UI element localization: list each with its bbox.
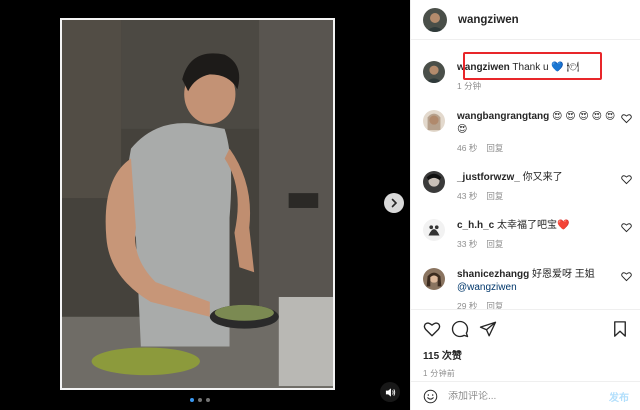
- comment-input[interactable]: [448, 390, 609, 402]
- author-avatar[interactable]: [423, 7, 447, 32]
- comment-content: 好恩爱呀 王姐: [532, 269, 595, 280]
- comments-list: wangziwen Thank u 💙 🍽 1 分钟 wangbangrangt…: [411, 41, 640, 309]
- commenter-avatar[interactable]: [423, 268, 445, 290]
- carousel-dot: [206, 398, 210, 402]
- comment-meta: 46 秒 回复: [457, 142, 638, 154]
- author-username[interactable]: wangziwen: [458, 14, 519, 26]
- commenter-avatar[interactable]: [423, 110, 445, 132]
- caption-meta: 1 分钟: [457, 80, 638, 92]
- carousel-dot: [198, 398, 202, 402]
- add-comment-bar: 发布: [411, 381, 640, 410]
- commenter-username[interactable]: _justforwzw_: [457, 172, 520, 183]
- comment-time: 33 秒: [457, 239, 478, 249]
- comment-time: 43 秒: [457, 191, 478, 201]
- comment-text: c_h.h_c 太幸福了吧宝❤️: [457, 219, 617, 232]
- comment-content: 你又来了: [522, 172, 563, 183]
- like-comment-heart-icon[interactable]: [621, 113, 632, 124]
- comment-icon[interactable]: [451, 320, 469, 338]
- mention-link[interactable]: @wangziwen: [457, 282, 517, 293]
- commenter-username[interactable]: wangbangrangtang: [457, 111, 549, 122]
- cooking-photo: [62, 20, 333, 388]
- comment-meta: 29 秒 回复: [457, 300, 638, 309]
- speaker-icon: [385, 387, 395, 397]
- commenter-avatar[interactable]: [423, 219, 445, 241]
- reply-button[interactable]: 回复: [486, 238, 503, 250]
- share-icon[interactable]: [479, 320, 497, 338]
- post-sidebar: wangziwen wangziwen Thank u 💙 🍽 1 分钟 wan…: [410, 0, 640, 410]
- reply-button[interactable]: 回复: [486, 142, 503, 154]
- post-photo[interactable]: [60, 18, 335, 390]
- like-comment-heart-icon[interactable]: [621, 271, 632, 282]
- reply-button[interactable]: 回复: [486, 190, 503, 202]
- bookmark-icon[interactable]: [611, 320, 629, 338]
- author-avatar[interactable]: [423, 61, 445, 83]
- like-count[interactable]: 115 次赞: [423, 347, 629, 362]
- post-timestamp: 1 分钟前: [423, 369, 456, 378]
- post-caption: wangziwen Thank u 💙 🍽 1 分钟: [423, 52, 638, 92]
- highlight-box: [463, 52, 602, 80]
- carousel-indicator: [190, 398, 210, 402]
- comment-time: 46 秒: [457, 143, 478, 153]
- reply-button[interactable]: 回复: [486, 300, 503, 309]
- media-pane: [0, 0, 410, 410]
- heart-icon[interactable]: [423, 320, 441, 338]
- post-header: wangziwen: [411, 0, 640, 40]
- commenter-avatar[interactable]: [423, 171, 445, 193]
- emoji-icon[interactable]: [423, 389, 438, 404]
- comment-text: shanicezhangg 好恩爱呀 王姐 @wangziwen: [457, 268, 617, 294]
- comment-text: _justforwzw_ 你又来了: [457, 171, 617, 184]
- comment-item: c_h.h_c 太幸福了吧宝❤️ 33 秒 回复: [423, 219, 638, 250]
- commenter-username[interactable]: c_h.h_c: [457, 220, 494, 231]
- carousel-dot: [190, 398, 194, 402]
- next-photo-button[interactable]: [384, 193, 404, 213]
- commenter-username[interactable]: shanicezhangg: [457, 269, 529, 280]
- comment-time: 29 秒: [457, 301, 478, 309]
- post-comment-button[interactable]: 发布: [609, 389, 629, 404]
- comment-item: shanicezhangg 好恩爱呀 王姐 @wangziwen 29 秒 回复: [423, 268, 638, 309]
- post-actions: 115 次赞 1 分钟前: [411, 309, 640, 379]
- audio-toggle-button[interactable]: [380, 382, 400, 402]
- comment-text: wangbangrangtang 😍 😍 😍 😍 😍 😍: [457, 110, 617, 136]
- comment-content: 太幸福了吧宝❤️: [497, 220, 570, 231]
- chevron-right-icon: [391, 198, 398, 208]
- caption-time: 1 分钟: [457, 81, 482, 91]
- comment-meta: 33 秒 回复: [457, 238, 638, 250]
- like-comment-heart-icon[interactable]: [621, 222, 632, 233]
- comment-item: wangbangrangtang 😍 😍 😍 😍 😍 😍 46 秒 回复: [423, 110, 638, 154]
- like-comment-heart-icon[interactable]: [621, 174, 632, 185]
- comment-meta: 43 秒 回复: [457, 190, 638, 202]
- comment-item: _justforwzw_ 你又来了 43 秒 回复: [423, 171, 638, 202]
- action-icons: [423, 318, 629, 340]
